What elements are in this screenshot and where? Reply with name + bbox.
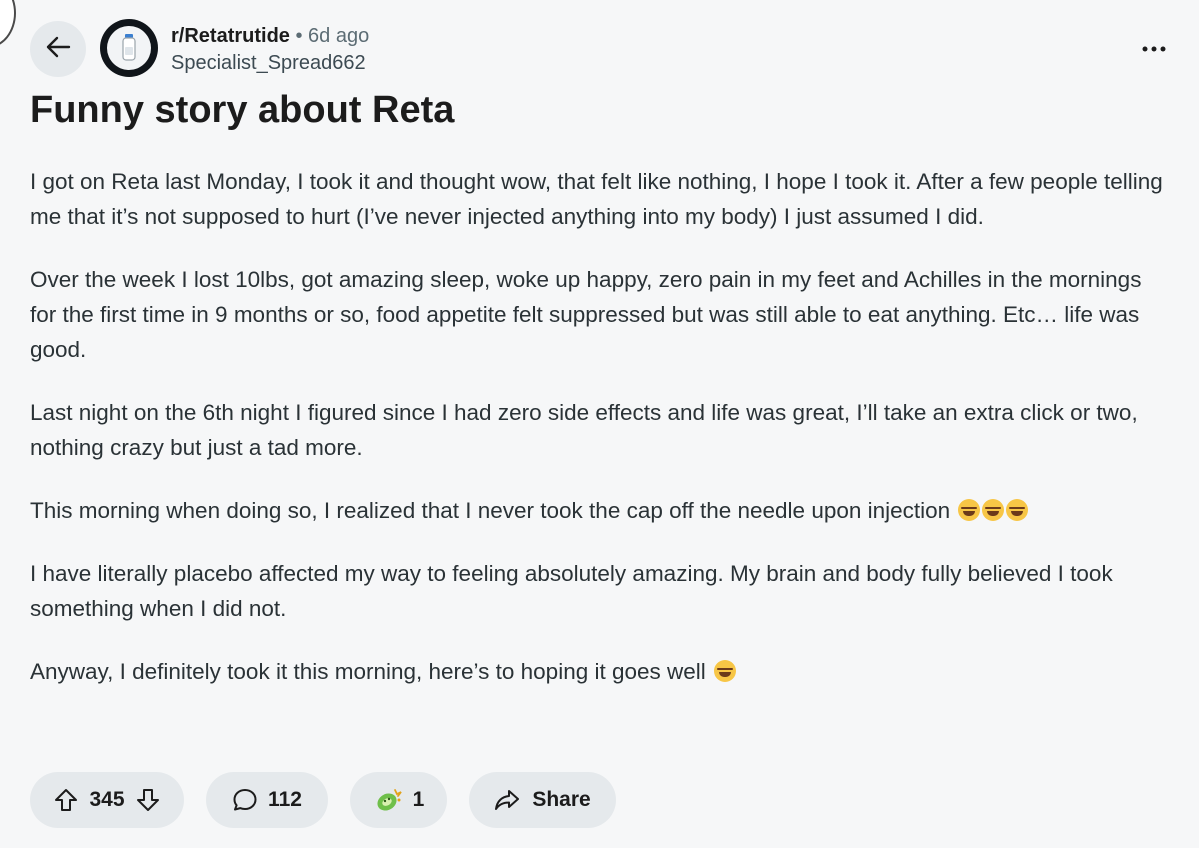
back-button[interactable] [30, 21, 86, 77]
post-paragraph-text: This morning when doing so, I realized t… [30, 498, 951, 523]
speech-bubble-icon [232, 787, 258, 813]
post-paragraph: Over the week I lost 10lbs, got amazing … [30, 267, 1142, 362]
post-meta: r/Retatrutide • 6d ago [171, 23, 369, 49]
post-page: r/Retatrutide • 6d ago Specialist_Spread… [0, 0, 1199, 848]
share-arrow-icon [494, 788, 520, 812]
meta-separator: • [295, 25, 303, 47]
author-link[interactable]: Specialist_Spread662 [171, 50, 366, 76]
subreddit-link[interactable]: r/Retatrutide [171, 25, 290, 47]
post-paragraph: I have literally placebo affected my way… [30, 561, 1113, 621]
upvote-button[interactable] [53, 787, 79, 813]
post-paragraph: Last night on the 6th night I figured si… [30, 400, 1138, 460]
comments-button[interactable]: 112 [206, 772, 328, 828]
award-button[interactable]: 1 [350, 772, 447, 828]
vial-icon [107, 26, 151, 70]
post-paragraph-text: Anyway, I definitely took it this mornin… [30, 659, 706, 684]
vote-count: 345 [89, 788, 125, 811]
post-paragraph: I got on Reta last Monday, I took it and… [30, 169, 1163, 229]
share-label: Share [532, 788, 591, 811]
tears-of-joy-emoji [714, 660, 737, 682]
post-age: 6d ago [308, 25, 370, 47]
award-count: 1 [412, 788, 425, 811]
post-paragraph-with-emoji: This morning when doing so, I realized t… [30, 493, 1170, 528]
more-options-button[interactable] [1134, 36, 1174, 60]
post-actions-bar: 345 112 1 Share [30, 772, 616, 828]
post-title: Funny story about Reta [30, 89, 455, 131]
window-edge-control[interactable] [0, 0, 16, 48]
rolling-laughing-emoji [1006, 499, 1029, 521]
subreddit-avatar[interactable] [100, 19, 158, 77]
post-body: I got on Reta last Monday, I took it and… [30, 164, 1170, 717]
post-paragraph-with-emoji: Anyway, I definitely took it this mornin… [30, 654, 1170, 689]
rolling-laughing-emoji [958, 499, 981, 521]
comment-count: 112 [268, 788, 302, 811]
downvote-button[interactable] [135, 787, 161, 813]
arrow-down-icon [135, 787, 161, 813]
vote-control: 345 [30, 772, 184, 828]
share-button[interactable]: Share [469, 772, 616, 828]
arrow-up-icon [53, 787, 79, 813]
arrow-left-icon [45, 35, 71, 64]
award-icon [373, 786, 403, 814]
rolling-laughing-emoji [982, 499, 1005, 521]
more-horizontal-icon [1142, 39, 1166, 57]
